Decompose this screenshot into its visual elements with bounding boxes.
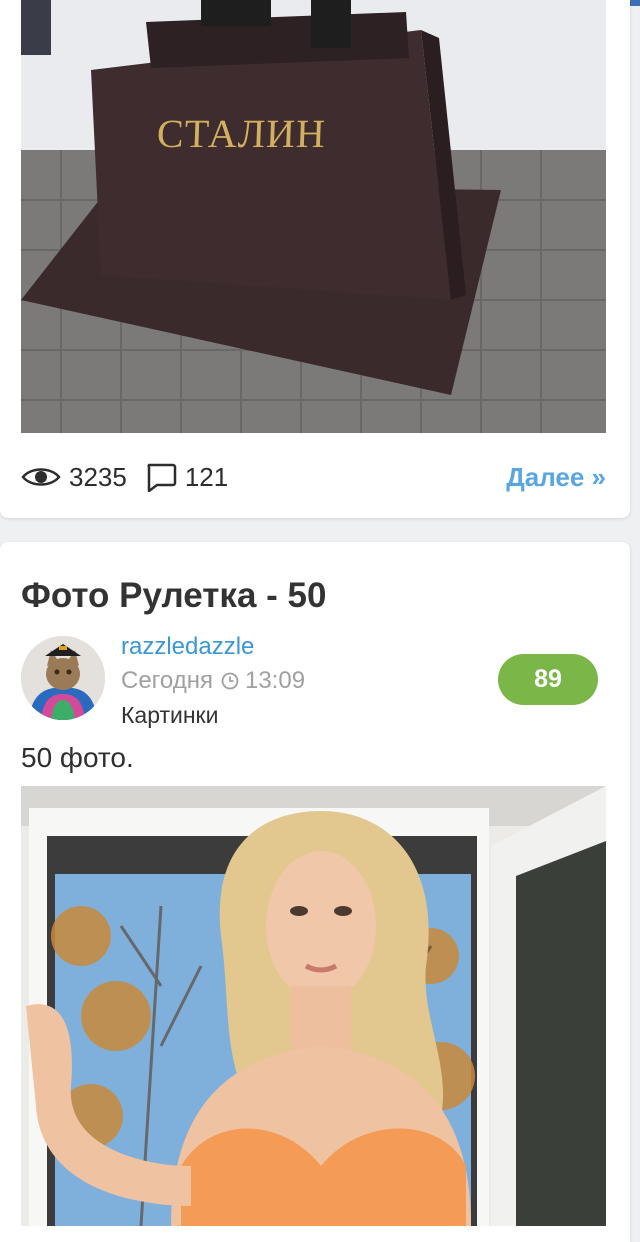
post-description: 50 фото. xyxy=(21,742,134,773)
comment-icon xyxy=(147,463,177,492)
post-stats-bar: 3235 121 Далее » xyxy=(21,456,606,498)
post-image-photo[interactable] xyxy=(21,786,606,1226)
post-time: 13:09 xyxy=(244,667,306,694)
views-stat: 3235 xyxy=(21,462,127,493)
rating-badge[interactable]: 89 xyxy=(498,654,598,705)
post-card-previous: СТАЛИН 3235 121 Далее » xyxy=(0,0,630,518)
author-avatar[interactable] xyxy=(21,636,105,720)
comments-count: 121 xyxy=(184,461,229,492)
post-date: Сегодня xyxy=(121,667,213,694)
post-image-statue[interactable]: СТАЛИН xyxy=(21,0,606,433)
views-count: 3235 xyxy=(69,461,127,492)
post-meta: Сегодня 13:09 xyxy=(121,667,305,695)
clock-icon xyxy=(221,672,239,690)
post-title[interactable]: Фото Рулетка - 50 xyxy=(21,576,326,616)
statue-inscription: СТАЛИН xyxy=(156,111,327,156)
eye-icon xyxy=(21,468,61,486)
read-more-link[interactable]: Далее » xyxy=(506,462,606,493)
comments-stat[interactable]: 121 xyxy=(145,462,228,493)
post-category-link[interactable]: Картинки xyxy=(121,702,218,729)
author-name-link[interactable]: razzledazzle xyxy=(121,633,254,661)
